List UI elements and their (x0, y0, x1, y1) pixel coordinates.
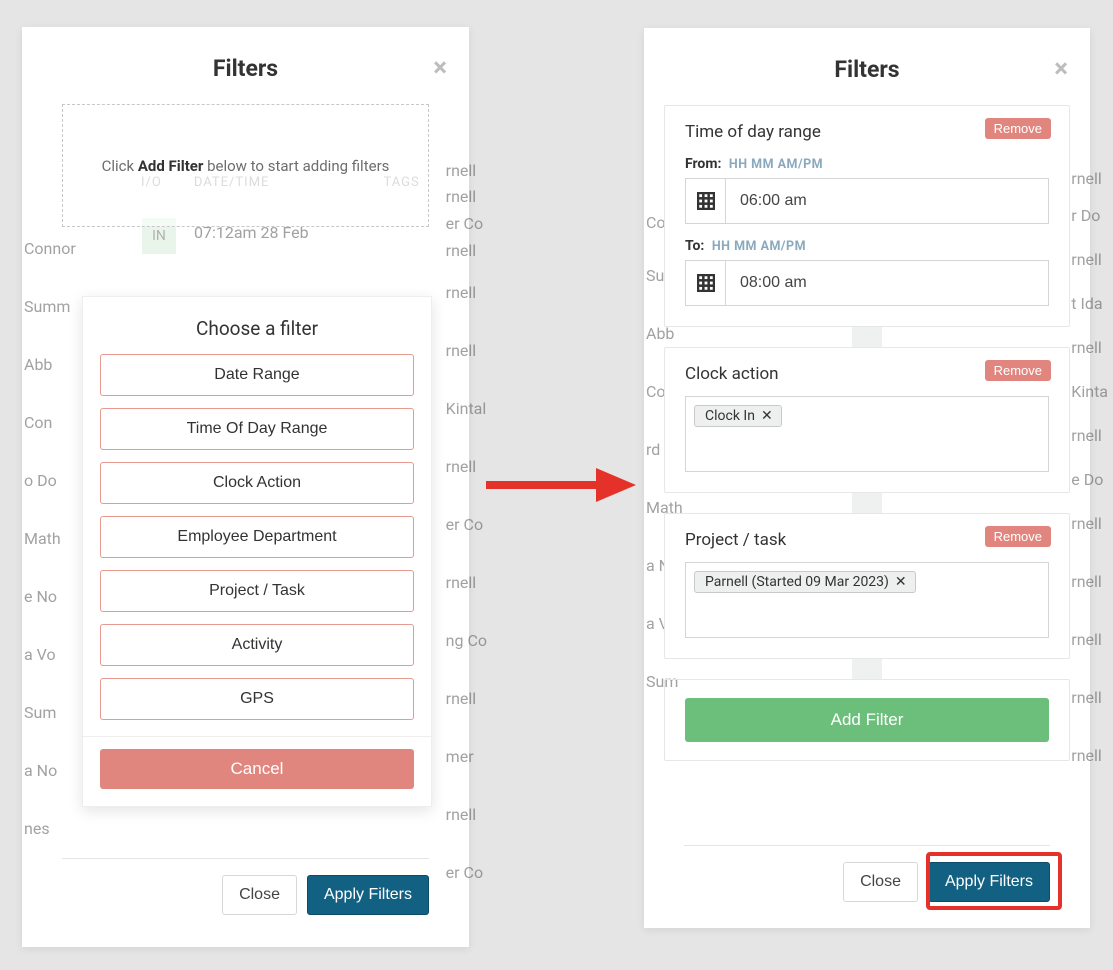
option-time-of-day[interactable]: Time Of Day Range (100, 408, 414, 450)
option-employee-dept[interactable]: Employee Department (100, 516, 414, 558)
calendar-icon[interactable] (685, 260, 725, 306)
remove-tag-icon[interactable]: ✕ (895, 574, 907, 590)
cancel-button[interactable]: Cancel (100, 749, 414, 789)
add-filter-container: Add Filter (664, 679, 1070, 761)
option-project-task[interactable]: Project / Task (100, 570, 414, 612)
tag-clock-in: Clock In ✕ (694, 405, 782, 427)
clock-action-tag-input[interactable]: Clock In ✕ (685, 396, 1049, 472)
close-button[interactable]: Close (222, 875, 297, 915)
apply-filters-button[interactable]: Apply Filters (307, 875, 429, 915)
close-icon[interactable]: × (433, 55, 447, 81)
apply-filters-button[interactable]: Apply Filters (928, 862, 1050, 902)
dialog-title: Filters × (644, 28, 1090, 83)
from-time-input[interactable] (725, 178, 1049, 224)
choose-filter-panel: Choose a filter Date Range Time Of Day R… (82, 296, 432, 807)
arrow-icon (484, 468, 636, 502)
close-icon[interactable]: × (1054, 56, 1068, 82)
from-label: From: HH MM AM/PM (685, 156, 1049, 172)
filters-dialog-left: Filters × I/O DATE/TIME TAGS IN 07:12am … (22, 27, 469, 947)
filters-dialog-right: Filters × Con Sum Abb Con rd Do Math a N… (644, 28, 1090, 928)
panel-project-task: Project / task Remove Parnell (Started 0… (664, 513, 1070, 659)
option-activity[interactable]: Activity (100, 624, 414, 666)
remove-button[interactable]: Remove (985, 526, 1051, 547)
choose-filter-title: Choose a filter (100, 317, 414, 340)
option-clock-action[interactable]: Clock Action (100, 462, 414, 504)
option-date-range[interactable]: Date Range (100, 354, 414, 396)
ghost-right-right: rnell r Do rnell t Ida rnell Kinta rnell… (1071, 156, 1108, 784)
option-gps[interactable]: GPS (100, 678, 414, 720)
tag-parnell: Parnell (Started 09 Mar 2023) ✕ (694, 571, 916, 593)
dialog-title: Filters × (22, 27, 469, 82)
close-button[interactable]: Close (843, 862, 918, 902)
calendar-icon[interactable] (685, 178, 725, 224)
to-time-input[interactable] (725, 260, 1049, 306)
panel-time-of-day: Time of day range Remove From: HH MM AM/… (664, 105, 1070, 327)
remove-button[interactable]: Remove (985, 360, 1051, 381)
remove-button[interactable]: Remove (985, 118, 1051, 139)
dialog-footer-right: Close Apply Filters (684, 845, 1050, 902)
dialog-footer-left: Close Apply Filters (62, 858, 429, 915)
panel-clock-action: Clock action Remove Clock In ✕ (664, 347, 1070, 493)
empty-filters-hint: Click Add Filter below to start adding f… (62, 104, 429, 227)
to-label: To: HH MM AM/PM (685, 238, 1049, 254)
add-filter-button[interactable]: Add Filter (685, 698, 1049, 742)
dialog-title-text: Filters (213, 55, 278, 82)
ghost-right-left: rnell rnell er Co rnell rnell rnell Kint… (446, 157, 487, 901)
project-task-tag-input[interactable]: Parnell (Started 09 Mar 2023) ✕ (685, 562, 1049, 638)
remove-tag-icon[interactable]: ✕ (761, 408, 773, 424)
dialog-title-text: Filters (834, 56, 899, 83)
